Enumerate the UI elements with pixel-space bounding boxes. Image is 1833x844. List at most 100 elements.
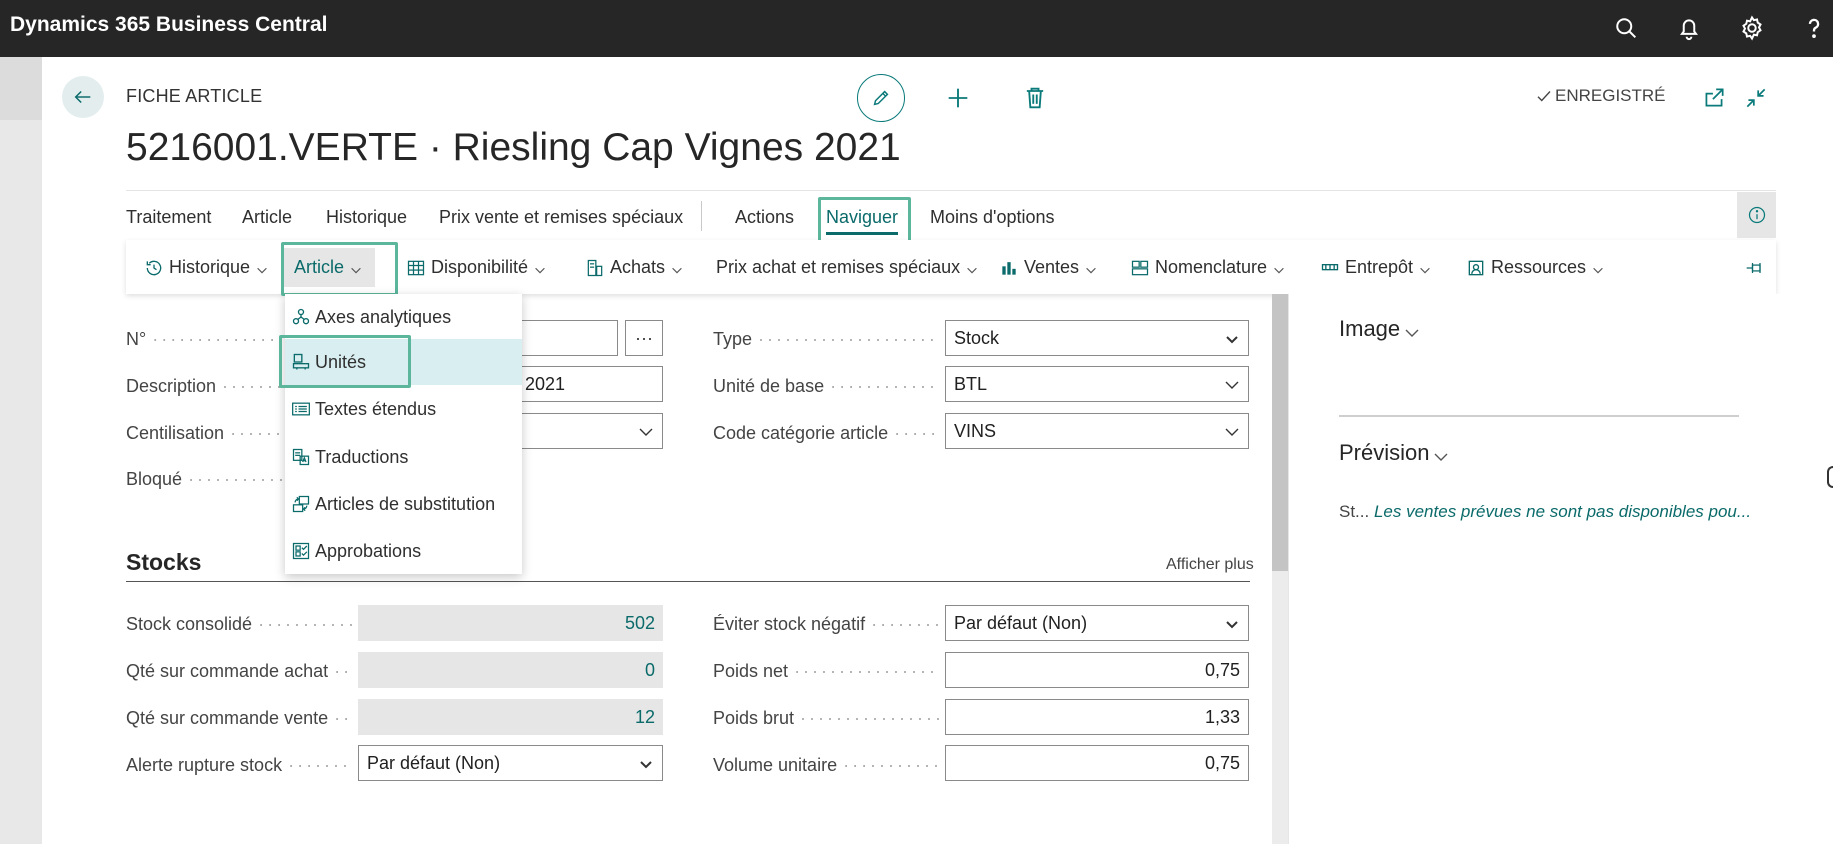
submenu-disponibilite-label: Disponibilité [431, 257, 529, 277]
history-icon [144, 258, 164, 278]
image-section-title[interactable]: Image [1339, 316, 1420, 342]
menu-item-axes-analytiques[interactable]: Axes analytiques [285, 294, 522, 340]
pin-icon[interactable] [1744, 258, 1766, 278]
prevision-section-title[interactable]: Prévision [1339, 440, 1449, 466]
pencil-icon [873, 90, 889, 106]
menu-item-label: Textes étendus [315, 398, 437, 419]
chevron-down-icon [1404, 321, 1420, 337]
no-lookup-button[interactable]: ··· [625, 320, 663, 356]
chevron-down-icon [1591, 261, 1605, 275]
stock-consolide-label: Stock consolidé·············· [126, 614, 352, 634]
qte-achat-value[interactable]: 0 [358, 652, 663, 688]
dimensions-icon [291, 307, 311, 327]
stocks-section-title[interactable]: Stocks [126, 549, 201, 576]
extended-text-icon [291, 399, 311, 419]
submenu-prix-achat[interactable]: Prix achat et remises spéciaux [716, 257, 979, 278]
eviter-stock-select[interactable]: Par défaut (Non) [945, 605, 1249, 641]
menu-item-articles-substitution[interactable]: Articles de substitution [285, 481, 522, 527]
page-title: 5216001.VERTE · Riesling Cap Vignes 2021 [126, 126, 901, 169]
description-input[interactable]: 2021 [516, 366, 663, 402]
submenu-ventes[interactable]: Ventes [999, 257, 1098, 278]
chevron-down-icon [533, 261, 547, 275]
info-button[interactable] [1737, 192, 1776, 238]
tab-historique[interactable]: Historique [326, 207, 407, 228]
chevron-down-icon [1224, 616, 1240, 632]
background-page [0, 57, 42, 844]
back-button[interactable] [62, 76, 104, 118]
scrollbar-thumb[interactable] [1272, 294, 1288, 571]
poids-net-label-text: Poids net [713, 661, 789, 681]
highlight-naviguer [818, 197, 911, 244]
add-icon[interactable] [944, 84, 972, 112]
description-label-text: Description [126, 376, 217, 396]
prevision-prefix: St... [1339, 502, 1370, 521]
edit-button[interactable] [857, 74, 905, 122]
factbox-pane [1288, 294, 1833, 844]
poids-brut-label-text: Poids brut [713, 708, 795, 728]
volume-unitaire-input[interactable]: 0,75 [945, 745, 1249, 781]
show-more-link[interactable]: Afficher plus [1166, 556, 1254, 574]
type-label: Type··································· [713, 329, 939, 349]
submenu-achats-label: Achats [610, 257, 666, 277]
unite-base-select[interactable]: BTL [945, 366, 1249, 402]
tab-article[interactable]: Article [242, 207, 292, 228]
menu-item-traductions[interactable]: Traductions [285, 434, 522, 480]
chevron-down-icon [638, 424, 654, 440]
app-title[interactable]: Dynamics 365 Business Central [10, 13, 327, 37]
submenu-nomenclature-label: Nomenclature [1155, 257, 1268, 277]
translation-icon [291, 447, 311, 467]
open-new-window-icon[interactable] [1701, 85, 1727, 111]
no-input[interactable] [516, 320, 618, 356]
side-panel-handle[interactable] [1827, 466, 1833, 488]
qte-achat-label: Qté sur commande achat··· [126, 661, 352, 681]
unite-base-value: BTL [954, 373, 988, 394]
poids-brut-input[interactable]: 1,33 [945, 699, 1249, 735]
content-scrollbar[interactable] [1272, 294, 1288, 844]
menu-item-label: Articles de substitution [315, 493, 496, 514]
page-caption: FICHE ARTICLE [126, 86, 263, 106]
sales-icon [999, 258, 1019, 278]
submenu-nomenclature[interactable]: Nomenclature [1130, 257, 1286, 278]
type-label-text: Type [713, 329, 753, 349]
tab-moins-options[interactable]: Moins d'options [930, 207, 1055, 228]
submenu-historique[interactable]: Historique [144, 257, 269, 278]
search-icon[interactable] [1612, 14, 1640, 42]
submenu-ventes-label: Ventes [1024, 257, 1080, 277]
type-select[interactable]: Stock [945, 320, 1249, 356]
tab-prix-vente[interactable]: Prix vente et remises spéciaux [439, 207, 683, 228]
back-arrow-icon [74, 90, 91, 104]
bell-icon[interactable] [1675, 14, 1703, 42]
submenu-ressources[interactable]: Ressources [1466, 257, 1605, 278]
chevron-down-icon [670, 261, 684, 275]
collapse-icon[interactable] [1743, 85, 1769, 111]
poids-net-input[interactable]: 0,75 [945, 652, 1249, 688]
tab-traitement[interactable]: Traitement [126, 207, 211, 228]
centilisation-select[interactable] [516, 413, 663, 449]
alerte-rupture-select[interactable]: Par défaut (Non) [358, 745, 663, 781]
categorie-select[interactable]: VINS [945, 413, 1249, 449]
tab-actions[interactable]: Actions [735, 207, 794, 228]
submenu-disponibilite[interactable]: Disponibilité [406, 257, 547, 278]
alerte-rupture-value: Par défaut (Non) [367, 752, 501, 773]
no-label-text: N° [126, 329, 147, 349]
submenu-achats[interactable]: Achats [585, 257, 684, 278]
delete-icon[interactable] [1021, 84, 1049, 112]
centilisation-label-text: Centilisation [126, 423, 225, 443]
submenu-entrepot[interactable]: Entrepôt [1320, 257, 1432, 278]
help-icon[interactable] [1800, 14, 1828, 42]
prevision-message[interactable]: Les ventes prévues ne sont pas disponibl… [1374, 502, 1751, 521]
stock-consolide-value[interactable]: 502 [358, 605, 663, 641]
menu-item-label: Traductions [315, 446, 409, 467]
submenu-historique-label: Historique [169, 257, 251, 277]
qte-vente-value[interactable]: 12 [358, 699, 663, 735]
menu-item-approbations[interactable]: Approbations [285, 528, 522, 574]
tab-divider [701, 201, 702, 231]
gear-icon[interactable] [1738, 14, 1766, 42]
resources-icon [1466, 258, 1486, 278]
menu-item-textes-etendus[interactable]: Textes étendus [285, 386, 522, 432]
categorie-label: Code catégorie article······· [713, 423, 939, 443]
bom-icon [1130, 258, 1150, 278]
poids-brut-label: Poids brut······················ [713, 708, 939, 728]
chevron-down-icon [1418, 261, 1432, 275]
section-divider [126, 581, 1250, 582]
